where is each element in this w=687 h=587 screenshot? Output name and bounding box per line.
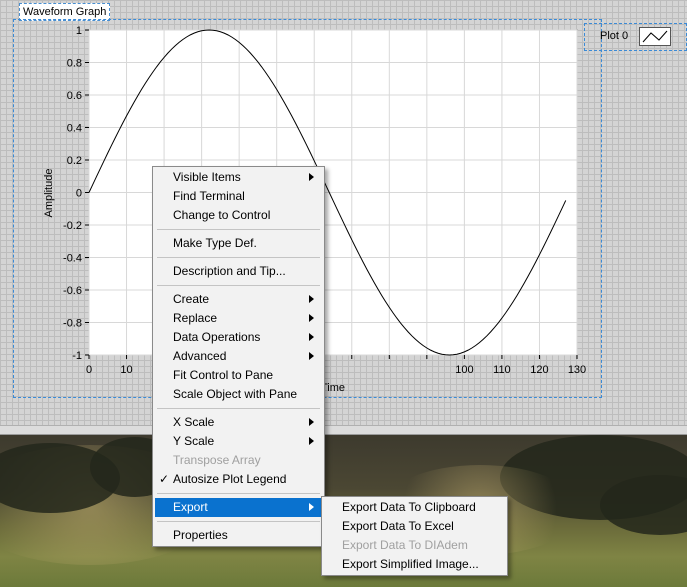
menu-item-replace[interactable]: Replace [155, 309, 322, 328]
menu-item-label: Properties [173, 528, 228, 542]
menu-item-y-scale[interactable]: Y Scale [155, 432, 322, 451]
menu-item-find-terminal[interactable]: Find Terminal [155, 187, 322, 206]
menu-separator [157, 257, 320, 258]
menu-item-label: Description and Tip... [173, 264, 286, 278]
y-tick-label: 0.8 [67, 58, 82, 70]
chevron-right-icon [309, 314, 314, 322]
y-tick-label: 0.6 [67, 90, 82, 102]
menu-item-label: Find Terminal [173, 189, 245, 203]
menu-separator [157, 229, 320, 230]
menu-separator [157, 285, 320, 286]
y-tick-label: 0 [76, 188, 82, 200]
menu-item-label: Export Data To Excel [342, 519, 454, 533]
menu-item-autosize-plot-legend[interactable]: Autosize Plot Legend ✓ [155, 470, 322, 489]
x-tick-label: 120 [530, 364, 548, 376]
menu-item-description-and-tip[interactable]: Description and Tip... [155, 262, 322, 281]
y-tick-label: -0.4 [63, 253, 82, 265]
y-tick-label: 1 [76, 25, 82, 37]
menu-item-label: Autosize Plot Legend [173, 472, 287, 486]
x-tick-label: 100 [455, 364, 473, 376]
menu-item-label: Transpose Array [173, 453, 261, 467]
y-tick-label: 0.4 [67, 123, 82, 135]
menu-item-make-type-def[interactable]: Make Type Def. [155, 234, 322, 253]
menu-item-label: Data Operations [173, 330, 261, 344]
menu-item-create[interactable]: Create [155, 290, 322, 309]
chevron-right-icon [309, 503, 314, 511]
export-submenu: Export Data To Clipboard Export Data To E… [321, 496, 508, 576]
chevron-right-icon [309, 333, 314, 341]
waveform-graph[interactable]: 1 0.8 0.6 0.4 0.2 0 -0.2 -0.4 -0.6 -0.8 -1 0 10 100 1… [0, 0, 687, 430]
menu-item-label: Replace [173, 311, 218, 325]
menu-item-advanced[interactable]: Advanced [155, 347, 322, 366]
context-menu: Visible Items Find Terminal Change to Cont… [152, 166, 325, 547]
menu-item-fit-control-to-pane[interactable]: Fit Control to Pane [155, 366, 322, 385]
x-tick-label: 0 [86, 364, 92, 376]
check-icon: ✓ [159, 472, 170, 486]
chevron-right-icon [309, 352, 314, 360]
x-tick-label: 10 [120, 364, 132, 376]
menu-item-label: Scale Object with Pane [173, 387, 298, 401]
menu-item-x-scale[interactable]: X Scale [155, 413, 322, 432]
y-tick-label: -0.8 [63, 318, 82, 330]
menu-item-export[interactable]: Export [155, 498, 322, 517]
y-axis-label[interactable]: Amplitude [43, 169, 55, 218]
menu-separator [157, 408, 320, 409]
menu-item-label: Fit Control to Pane [173, 368, 274, 382]
y-tick-label: -1 [72, 350, 82, 362]
menu-item-label: Y Scale [173, 434, 215, 448]
y-tick-label: -0.2 [63, 220, 82, 232]
chevron-right-icon [309, 173, 314, 181]
menu-item-label: Make Type Def. [173, 236, 257, 250]
menu-separator [157, 493, 320, 494]
menu-item-properties[interactable]: Properties [155, 526, 322, 545]
menu-item-data-operations[interactable]: Data Operations [155, 328, 322, 347]
menu-item-label: Visible Items [173, 170, 241, 184]
menu-item-label: X Scale [173, 415, 215, 429]
menu-item-label: Export Simplified Image... [342, 557, 479, 571]
menu-item-label: Export Data To DIAdem [342, 538, 468, 552]
menu-item-export-simplified-image[interactable]: Export Simplified Image... [324, 555, 505, 574]
menu-item-scale-object-with-pane[interactable]: Scale Object with Pane [155, 385, 322, 404]
chevron-right-icon [309, 418, 314, 426]
menu-separator [157, 521, 320, 522]
menu-item-export-data-to-clipboard[interactable]: Export Data To Clipboard [324, 498, 505, 517]
chevron-right-icon [309, 437, 314, 445]
menu-item-label: Change to Control [173, 208, 271, 222]
menu-item-export-data-to-excel[interactable]: Export Data To Excel [324, 517, 505, 536]
y-axis-ticks: 1 0.8 0.6 0.4 0.2 0 -0.2 -0.4 -0.6 -0.8 -1 [63, 25, 89, 362]
menu-item-change-to-control[interactable]: Change to Control [155, 206, 322, 225]
menu-item-label: Create [173, 292, 210, 306]
chevron-right-icon [309, 295, 314, 303]
y-tick-label: 0.2 [67, 155, 82, 167]
menu-item-transpose-array: Transpose Array [155, 451, 322, 470]
menu-item-label: Export Data To Clipboard [342, 500, 476, 514]
x-tick-label: 110 [493, 364, 511, 376]
x-tick-label: 130 [568, 364, 586, 376]
menu-item-label: Export [173, 500, 208, 514]
y-tick-label: -0.6 [63, 285, 82, 297]
menu-item-export-data-to-diadem: Export Data To DIAdem [324, 536, 505, 555]
menu-item-visible-items[interactable]: Visible Items [155, 168, 322, 187]
menu-item-label: Advanced [173, 349, 227, 363]
